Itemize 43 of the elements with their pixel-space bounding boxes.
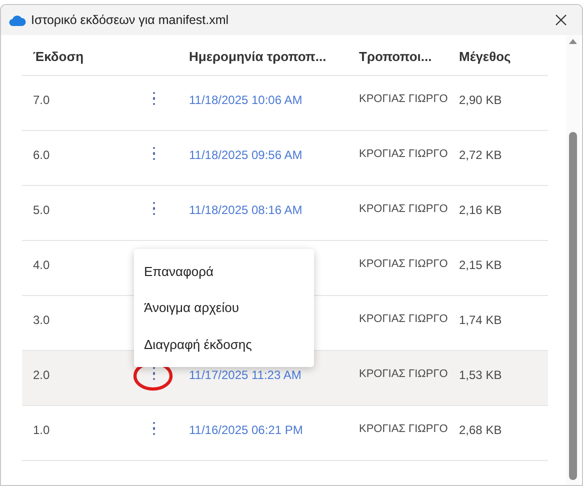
table-row[interactable]: 1.0 11/16/2025 06:21 PM ΚΡΟΓΙΑΣ ΓΙΩΡΓΟ 2,68 KB [22, 406, 548, 461]
version-text: 6.0 [33, 148, 50, 162]
column-header[interactable]: Τροποποι... [359, 49, 432, 64]
window-title: Ιστορικό εκδόσεων για manifest.xml [31, 13, 230, 27]
menu-item[interactable]: Επαναφορά [134, 253, 314, 290]
column-header[interactable]: Ημερομηνία τροποπ... [189, 49, 326, 64]
table-row[interactable]: 2.0 11/17/2025 11:23 AM ΚΡΟΓΙΑΣ ΓΙΩΡΓΟ 1,53 KB [22, 351, 548, 406]
date-link[interactable]: 11/18/2025 09:56 AM [189, 148, 302, 162]
close-icon [555, 14, 567, 26]
menu-item[interactable]: Άνοιγμα αρχείου [134, 290, 314, 326]
cloud-icon [9, 14, 26, 26]
date-link[interactable]: 11/17/2025 11:23 AM [189, 368, 302, 382]
table-row[interactable]: 5.0 11/18/2025 08:16 AM ΚΡΟΓΙΑΣ ΓΙΩΡΓΟ 2,16 KB [22, 186, 548, 241]
modified-by-text: ΚΡΟΓΙΑΣ ΓΙΩΡΓΟ [359, 203, 448, 215]
modified-by-text: ΚΡΟΓΙΑΣ ΓΙΩΡΓΟ [359, 148, 448, 160]
size-text: 1,53 KB [459, 368, 502, 382]
version-text: 1.0 [33, 423, 50, 437]
version-text: 2.0 [33, 368, 50, 382]
size-text: 2,68 KB [459, 423, 502, 437]
scroll-up-icon[interactable] [569, 39, 577, 44]
modified-by-text: ΚΡΟΓΙΑΣ ΓΙΩΡΓΟ [359, 368, 448, 380]
modified-by-text: ΚΡΟΓΙΑΣ ΓΙΩΡΓΟ [359, 423, 448, 435]
column-header[interactable]: Μέγεθος [459, 49, 511, 64]
modified-by-text: ΚΡΟΓΙΑΣ ΓΙΩΡΓΟ [359, 258, 448, 270]
version-text: 7.0 [33, 93, 50, 107]
size-text: 1,74 KB [459, 313, 502, 327]
date-link[interactable]: 11/18/2025 10:06 AM [189, 93, 302, 107]
size-text: 2,16 KB [459, 203, 502, 217]
date-link[interactable]: 11/18/2025 08:16 AM [189, 203, 302, 217]
size-text: 2,15 KB [459, 258, 502, 272]
scrollbar[interactable] [566, 35, 580, 485]
size-text: 2,72 KB [459, 148, 502, 162]
modified-by-text: ΚΡΟΓΙΑΣ ΓΙΩΡΓΟ [359, 93, 448, 105]
version-text: 5.0 [33, 203, 50, 217]
version-text: 3.0 [33, 313, 50, 327]
table-row[interactable]: 6.0 11/18/2025 09:56 AM ΚΡΟΓΙΑΣ ΓΙΩΡΓΟ 2,72 KB [22, 131, 548, 186]
date-link[interactable]: 11/16/2025 06:21 PM [189, 423, 303, 437]
scroll-thumb[interactable] [569, 132, 577, 480]
column-header[interactable]: Έκδοση [33, 49, 84, 64]
size-text: 2,90 KB [459, 93, 502, 107]
version-text: 4.0 [33, 258, 50, 272]
modified-by-text: ΚΡΟΓΙΑΣ ΓΙΩΡΓΟ [359, 313, 448, 325]
table-row[interactable]: 7.0 11/18/2025 10:06 AM ΚΡΟΓΙΑΣ ΓΙΩΡΓΟ 2,90 KB [22, 76, 548, 131]
